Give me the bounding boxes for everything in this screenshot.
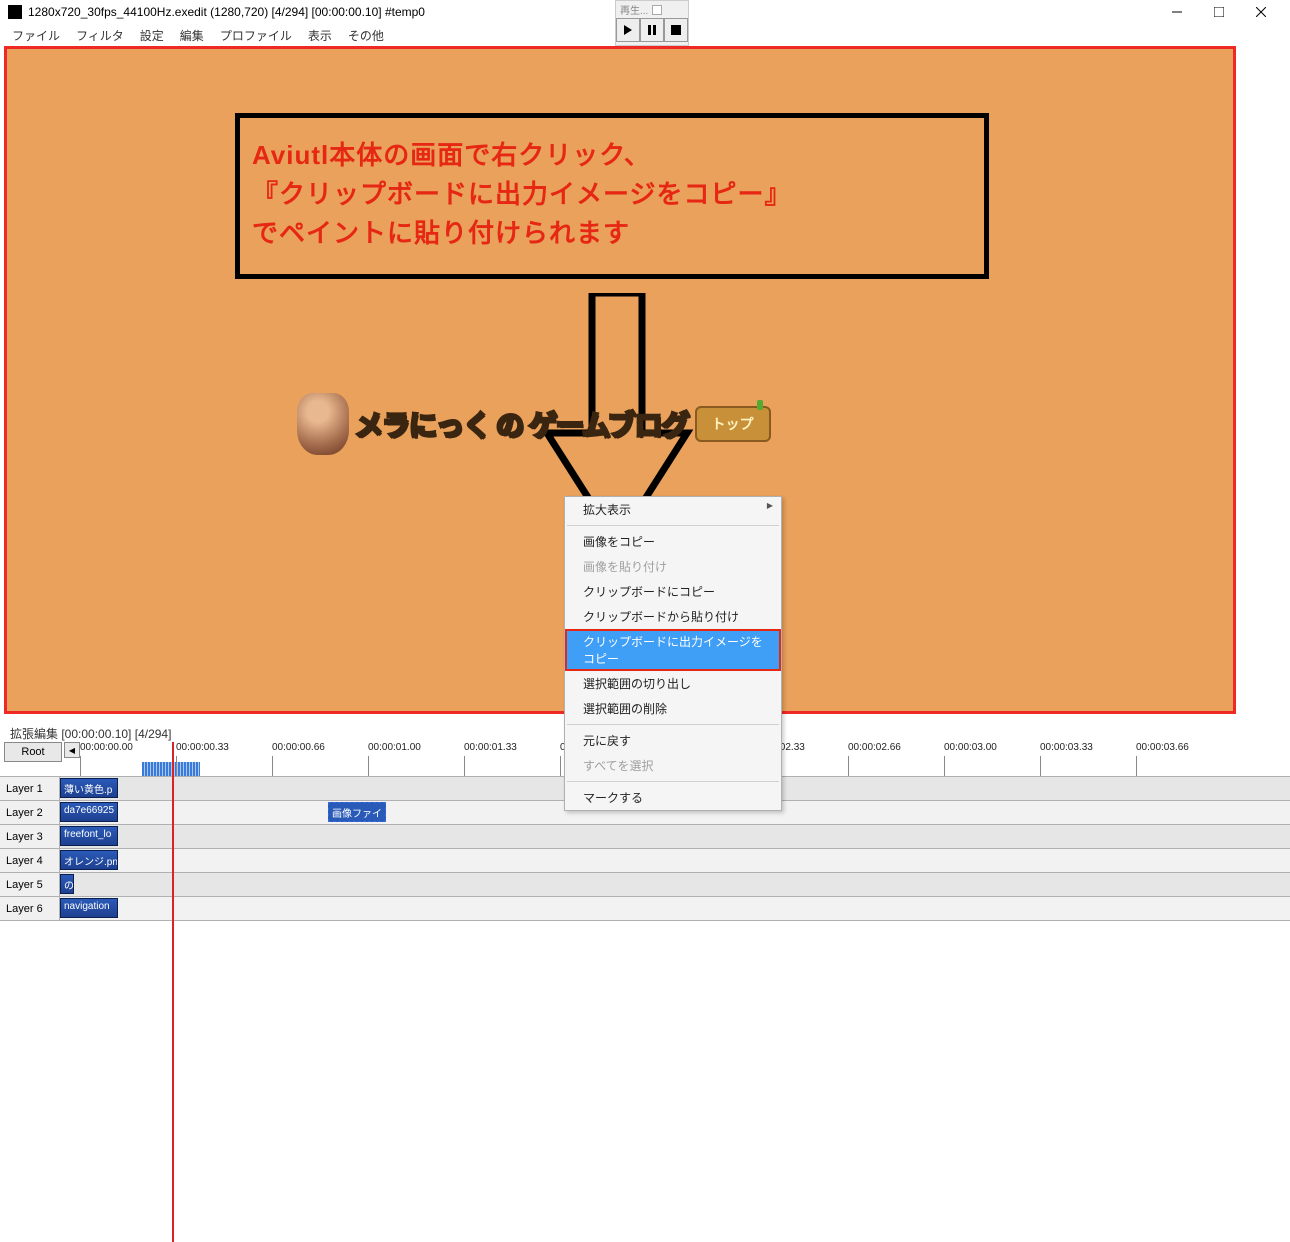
annotation-line-2: 『クリップボードに出力イメージをコピー』 xyxy=(252,175,972,214)
minimize-button[interactable] xyxy=(1156,0,1198,24)
logo-character-icon xyxy=(297,393,349,455)
menu-edit[interactable]: 編集 xyxy=(172,25,212,46)
logo: メラにっく の ゲームブログ トップ xyxy=(297,393,771,455)
window-title: 1280x720_30fps_44100Hz.exedit (1280,720)… xyxy=(28,5,1156,19)
context-menu-item[interactable]: 元に戻す xyxy=(565,728,781,753)
logo-text-1: メラにっく xyxy=(355,404,490,444)
ruler-tick: 00:00:00.66 xyxy=(272,742,325,753)
root-button[interactable]: Root xyxy=(4,742,62,762)
layer-label[interactable]: Layer 5 xyxy=(0,873,60,896)
layer-label[interactable]: Layer 4 xyxy=(0,849,60,872)
media-controls: 再生... xyxy=(615,0,689,46)
layer-row: Layer 5の xyxy=(0,872,1290,896)
close-button[interactable] xyxy=(1240,0,1282,24)
timeline-clip[interactable]: 薄い黄色.p xyxy=(60,778,118,798)
ruler-tick: 00:00:03.33 xyxy=(1040,742,1093,753)
context-menu-item[interactable]: 選択範囲の切り出し xyxy=(565,671,781,696)
menu-file[interactable]: ファイル xyxy=(4,25,68,46)
ruler-tick: 00:00:00.33 xyxy=(176,742,229,753)
timeline-clip[interactable]: navigation xyxy=(60,898,118,918)
timeline-clip[interactable]: 画像ファイ xyxy=(328,802,386,822)
layer-track[interactable]: の xyxy=(60,873,1290,896)
layer-row: Layer 3freefont_lo xyxy=(0,824,1290,848)
top-badge-label: トップ xyxy=(712,414,754,434)
context-menu-item[interactable]: 拡大表示 xyxy=(565,497,781,522)
ruler-tick: 00:00:03.00 xyxy=(944,742,997,753)
timeline-clip[interactable]: da7e66925 xyxy=(60,802,118,822)
layer-track[interactable]: オレンジ.pn xyxy=(60,849,1290,872)
top-badge: トップ xyxy=(695,406,771,442)
context-menu-item[interactable]: クリップボードにコピー xyxy=(565,579,781,604)
layer-track[interactable]: freefont_lo xyxy=(60,825,1290,848)
ruler-tick: 00:00:01.33 xyxy=(464,742,517,753)
media-label: 再生... xyxy=(616,1,688,18)
ruler-tick: 00:00:02.66 xyxy=(848,742,901,753)
menu-profile[interactable]: プロファイル xyxy=(212,25,300,46)
context-menu-item[interactable]: クリップボードから貼り付け xyxy=(565,604,781,629)
context-menu-item[interactable]: 画像をコピー xyxy=(565,529,781,554)
menu-other[interactable]: その他 xyxy=(340,25,392,46)
logo-text-3: ゲームブログ xyxy=(529,404,688,444)
app-icon xyxy=(8,5,22,19)
menu-filter[interactable]: フィルタ xyxy=(68,25,132,46)
context-menu-item: 画像を貼り付け xyxy=(565,554,781,579)
context-menu: 拡大表示画像をコピー画像を貼り付けクリップボードにコピークリップボードから貼り付… xyxy=(564,496,782,811)
media-stop-indicator xyxy=(652,5,662,15)
waveform xyxy=(142,762,200,776)
layer-row: Layer 6navigation xyxy=(0,896,1290,920)
annotation-line-1: Aviutl本体の画面で右クリック、 xyxy=(252,136,972,175)
ruler-tick: 00:00:00.00 xyxy=(80,742,133,753)
layer-label[interactable]: Layer 3 xyxy=(0,825,60,848)
layer-label[interactable]: Layer 6 xyxy=(0,897,60,920)
menu-view[interactable]: 表示 xyxy=(300,25,340,46)
logo-text-2: の xyxy=(496,404,523,444)
context-menu-item: すべてを選択 xyxy=(565,753,781,778)
context-menu-item[interactable]: 選択範囲の削除 xyxy=(565,696,781,721)
window-controls xyxy=(1156,0,1282,24)
layer-track[interactable]: navigation xyxy=(60,897,1290,920)
timeline-clip[interactable]: の xyxy=(60,874,74,894)
layer-label[interactable]: Layer 1 xyxy=(0,777,60,800)
timeline-clip[interactable]: freefont_lo xyxy=(60,826,118,846)
menu-settings[interactable]: 設定 xyxy=(132,25,172,46)
layer-row: Layer 4オレンジ.pn xyxy=(0,848,1290,872)
annotation-line-3: でペイントに貼り付けられます xyxy=(252,214,972,253)
stop-button[interactable] xyxy=(664,18,688,42)
context-menu-separator xyxy=(567,724,779,725)
annotation-box: Aviutl本体の画面で右クリック、 『クリップボードに出力イメージをコピー』 … xyxy=(235,113,989,279)
context-menu-separator xyxy=(567,781,779,782)
context-menu-separator xyxy=(567,525,779,526)
layer-label[interactable]: Layer 2 xyxy=(0,801,60,824)
ruler-tick: 00:00:03.66 xyxy=(1136,742,1189,753)
ruler-tick: 00:00:01.00 xyxy=(368,742,421,753)
timeline-clip[interactable]: オレンジ.pn xyxy=(60,850,118,870)
context-menu-item[interactable]: マークする xyxy=(565,785,781,810)
context-menu-item[interactable]: クリップボードに出力イメージをコピー xyxy=(565,629,781,671)
maximize-button[interactable] xyxy=(1198,0,1240,24)
scroll-left-button[interactable]: ◀ xyxy=(64,742,80,758)
pause-button[interactable] xyxy=(640,18,664,42)
media-label-text: 再生... xyxy=(620,2,648,17)
playhead[interactable] xyxy=(172,742,174,1242)
play-button[interactable] xyxy=(616,18,640,42)
